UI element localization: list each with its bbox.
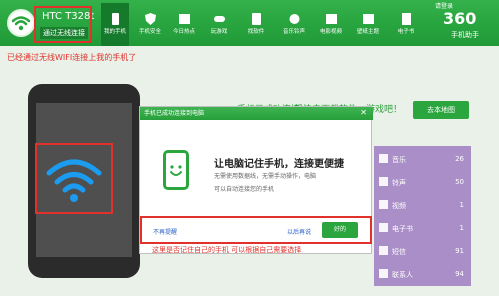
tab-ebook[interactable]: 电子书 <box>393 13 419 35</box>
sidebar-count: 94 <box>455 270 464 278</box>
sidebar-label: 联系人 <box>392 271 413 279</box>
video-icon <box>379 200 388 209</box>
dialog-description-line1: 无需使用数据线，无需手动操作，电脑 <box>214 173 317 180</box>
no-remind-link[interactable]: 不再提醒 <box>153 227 177 236</box>
tab-label: 今日热点 <box>172 29 195 35</box>
tab-music-ringtone[interactable]: 音乐铃声 <box>281 13 307 35</box>
tab-label: 音乐铃声 <box>282 29 305 35</box>
sidebar-count: 1 <box>459 201 464 209</box>
tab-label: 电影视频 <box>319 29 342 35</box>
sidebar-label: 铃声 <box>392 179 406 187</box>
contacts-icon <box>379 269 388 278</box>
sidebar-item-contacts[interactable]: 联系人 94 <box>374 265 471 285</box>
sidebar-item-ringtone[interactable]: 铃声 50 <box>374 173 471 193</box>
sidebar-label: 视频 <box>392 202 406 210</box>
smiley-phone-icon <box>163 150 189 190</box>
sidebar-count: 91 <box>455 247 464 255</box>
highlight-box-device <box>34 6 92 43</box>
annotation-text: 这里是否记住自己的手机 可以根据自己需要选择 <box>152 246 302 254</box>
shield-icon <box>144 13 157 25</box>
tab-my-phone[interactable]: 我的手机 <box>102 13 128 35</box>
dialog-heading: 让电脑记住手机，连接更便捷 <box>214 159 344 170</box>
sidebar-item-video[interactable]: 视频 1 <box>374 196 471 216</box>
tab-label: 找软件 <box>247 29 265 35</box>
tab-today-hot[interactable]: 今日热点 <box>171 13 197 35</box>
book-icon <box>400 13 413 25</box>
sidebar-item-music[interactable]: 音乐 26 <box>374 150 471 170</box>
wifi-icon <box>46 159 102 202</box>
highlight-box-wifi <box>35 143 113 214</box>
media-sidebar: 音乐 26 铃声 50 视频 1 电子书 1 短信 91 联系人 94 <box>374 146 471 286</box>
tab-label: 我的手机 <box>103 29 126 35</box>
sidebar-count: 50 <box>455 178 464 186</box>
tab-wallpaper[interactable]: 壁纸主题 <box>355 13 381 35</box>
music-icon <box>379 154 388 163</box>
tab-label: 电子书 <box>397 29 415 35</box>
gamepad-icon <box>213 13 226 25</box>
sidebar-label: 短信 <box>392 248 406 256</box>
tab-software[interactable]: 找软件 <box>243 13 269 35</box>
ok-button[interactable]: 好的 <box>322 222 358 238</box>
open-album-button[interactable]: 去本地图 <box>413 101 469 119</box>
logo-subtitle: 手机助手 <box>451 31 479 39</box>
connected-notice: 已经通过无线WIFI连接上我的手机了 <box>7 53 137 62</box>
tab-label: 壁纸主题 <box>356 29 379 35</box>
close-icon[interactable]: ✕ <box>360 108 367 117</box>
picture-icon <box>362 13 375 25</box>
dialog-title: 手机已成功连接到电脑 <box>140 107 373 120</box>
tab-games[interactable]: 玩游戏 <box>206 13 232 35</box>
sidebar-count: 1 <box>459 224 464 232</box>
message-icon <box>379 246 388 255</box>
newspaper-icon <box>178 13 191 25</box>
ringtone-icon <box>379 177 388 186</box>
dialog-description-line2: 可以自动连接您的手机 <box>214 186 275 193</box>
sidebar-item-sms[interactable]: 短信 91 <box>374 242 471 262</box>
tab-phone-security[interactable]: 手机安全 <box>137 13 163 35</box>
app-icon <box>250 13 263 25</box>
tab-label: 手机安全 <box>138 29 161 35</box>
sidebar-item-ebook[interactable]: 电子书 1 <box>374 219 471 239</box>
sidebar-label: 音乐 <box>392 156 406 164</box>
wifi-connect-icon[interactable] <box>7 9 35 37</box>
film-icon <box>325 13 338 25</box>
later-link[interactable]: 以后再说 <box>287 227 311 236</box>
phone-icon <box>109 13 122 25</box>
tab-label: 玩游戏 <box>210 29 228 35</box>
book-icon <box>379 223 388 232</box>
music-icon <box>288 13 301 25</box>
tab-movies[interactable]: 电影视频 <box>318 13 344 35</box>
sidebar-count: 26 <box>455 155 464 163</box>
sidebar-label: 电子书 <box>392 225 413 233</box>
